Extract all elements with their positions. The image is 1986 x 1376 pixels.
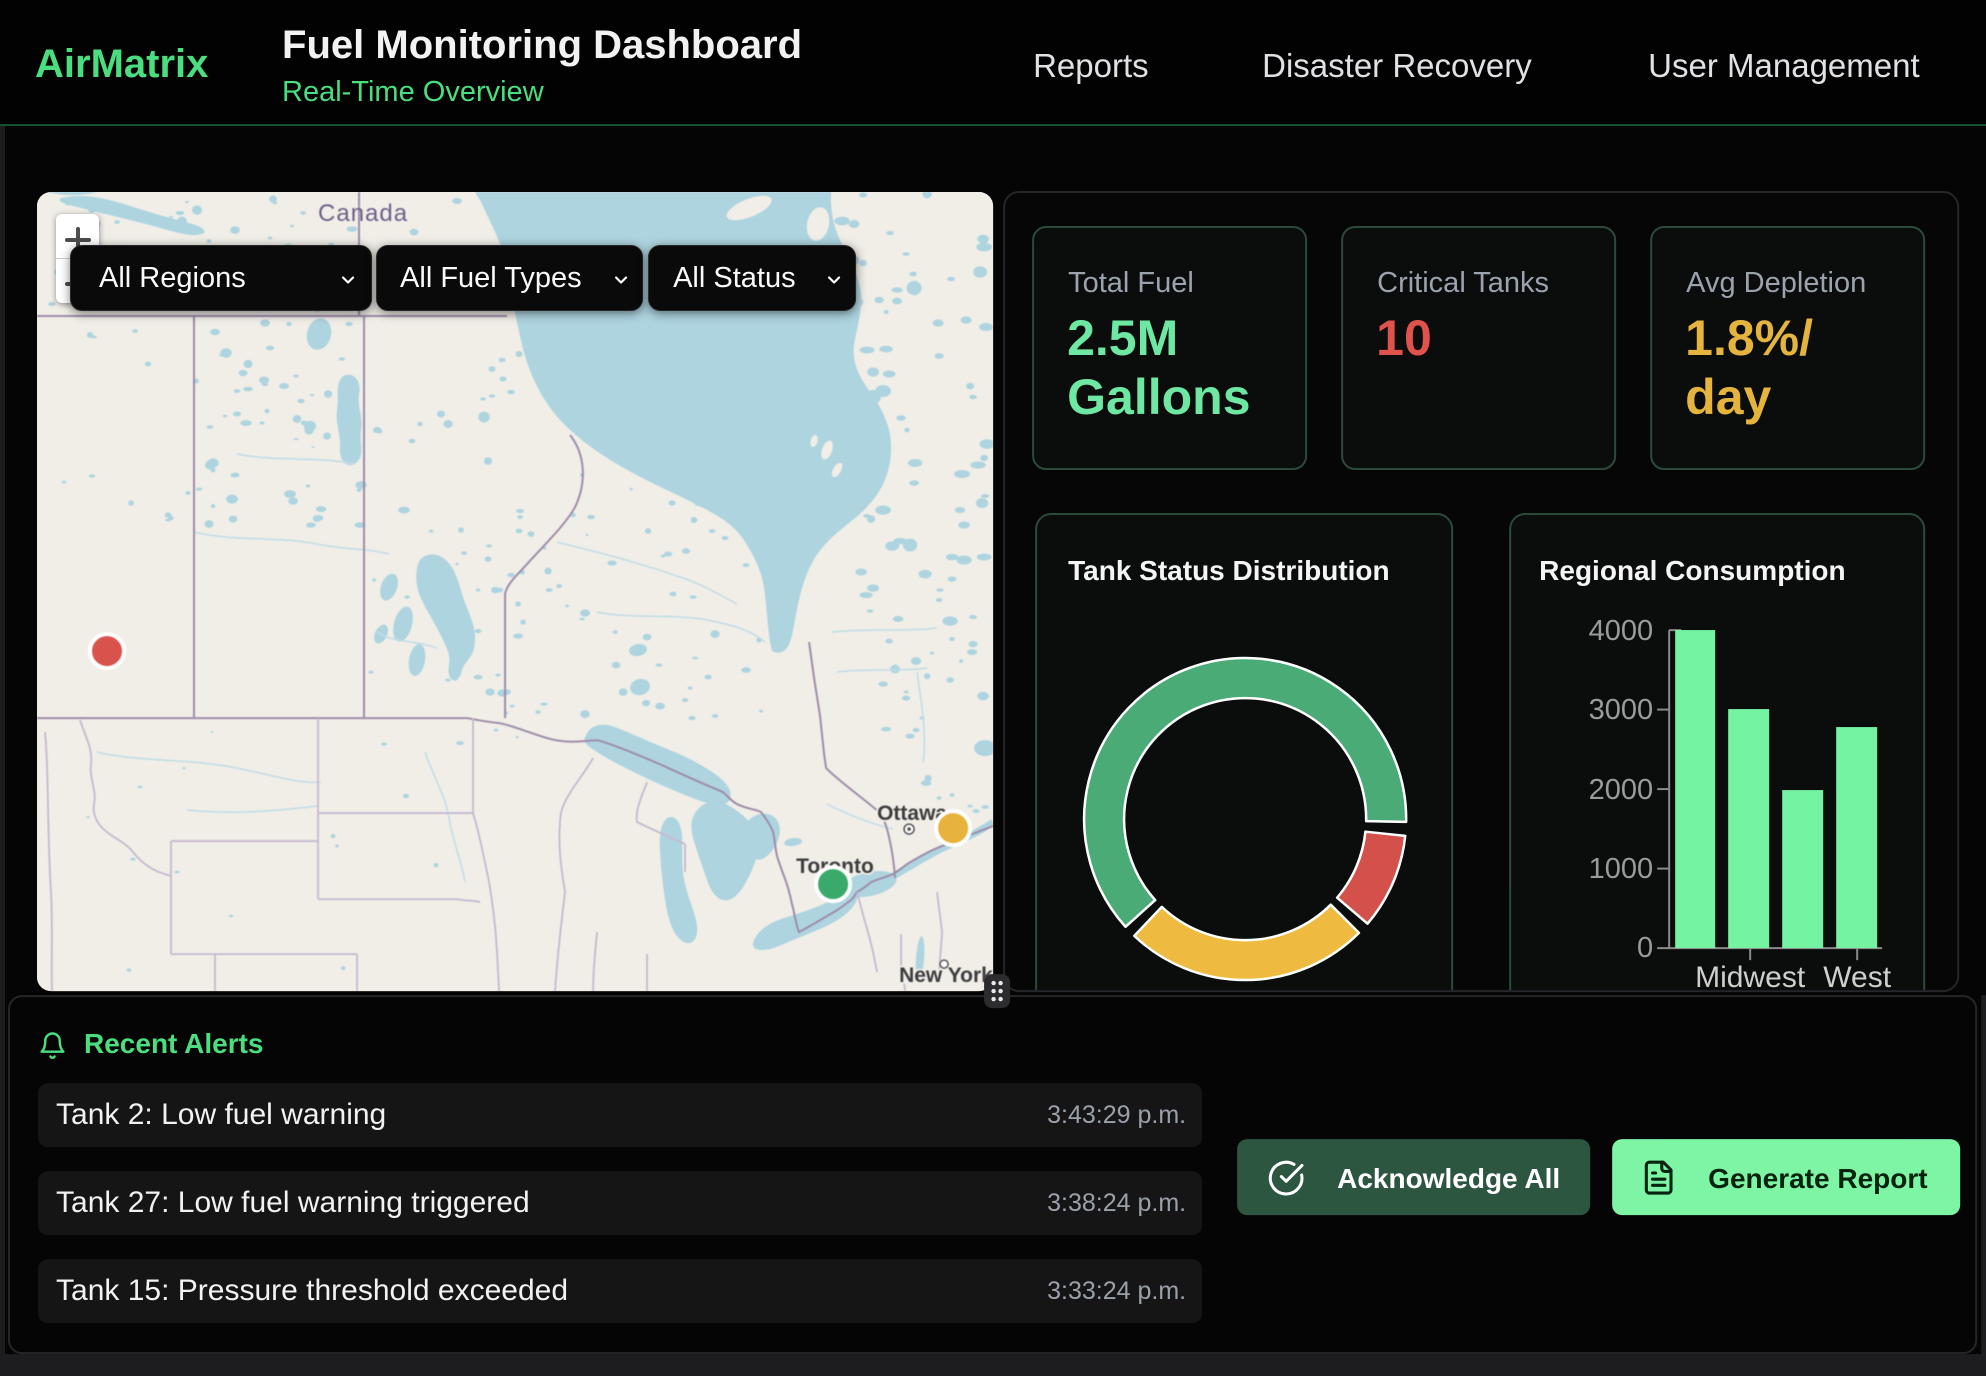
svg-text:Midwest: Midwest <box>1695 961 1806 992</box>
svg-text:1000: 1000 <box>1589 853 1654 885</box>
svg-text:0: 0 <box>1637 932 1653 964</box>
svg-text:West: West <box>1823 961 1891 992</box>
svg-text:3000: 3000 <box>1589 694 1654 726</box>
svg-text:4000: 4000 <box>1589 615 1654 647</box>
svg-text:Canada: Canada <box>318 200 408 227</box>
svg-text:2000: 2000 <box>1589 774 1654 806</box>
